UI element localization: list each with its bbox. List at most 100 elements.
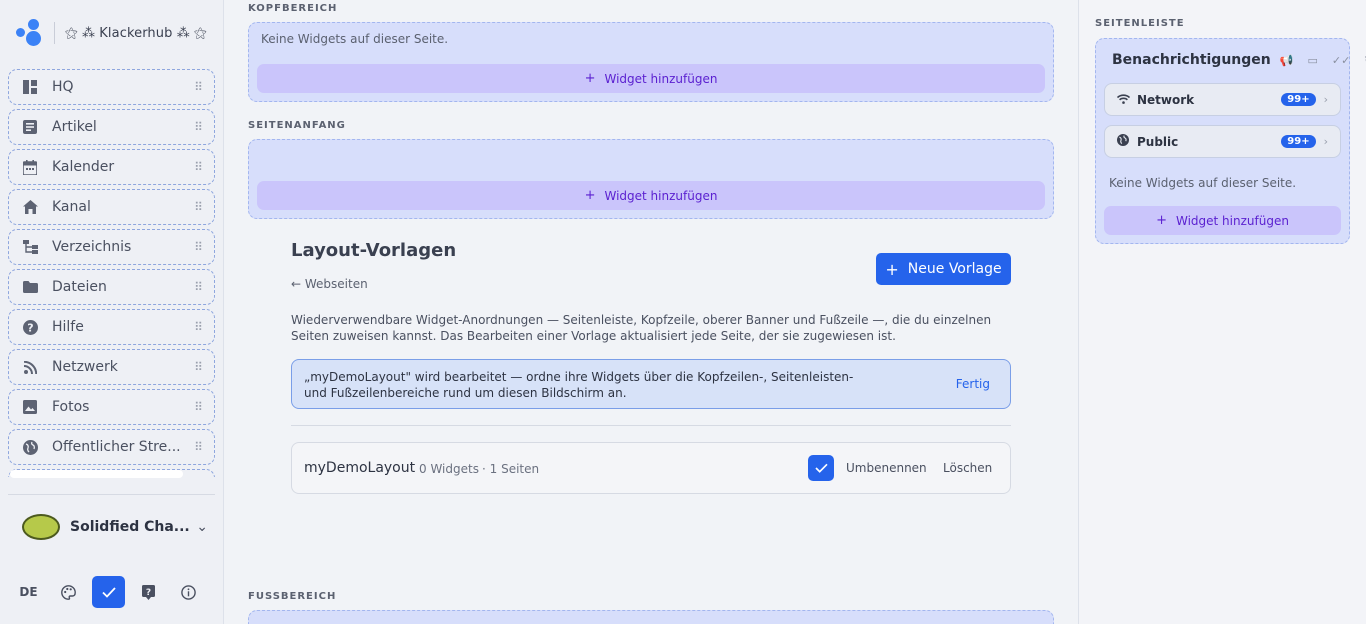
- add-widget-label: Widget hinzufügen: [604, 71, 718, 86]
- new-template-button[interactable]: + Neue Vorlage: [876, 253, 1011, 285]
- notifications-title: Benachrichtigungen: [1112, 52, 1271, 68]
- active-template-check-button[interactable]: [808, 455, 834, 481]
- done-button[interactable]: Fertig: [956, 377, 990, 391]
- sidebar-item-label: Fotos: [52, 399, 90, 415]
- language-button[interactable]: DE: [12, 576, 45, 608]
- channel-public[interactable]: Public 99+ ›: [1104, 125, 1341, 158]
- sidebar-item-public-stream[interactable]: Öffentlicher Stre... ⠿: [8, 429, 215, 465]
- sidebar-item-label: Dateien: [52, 279, 107, 295]
- channel-name: Network: [1137, 92, 1195, 107]
- svg-text:?: ?: [27, 321, 33, 334]
- count-badge: 99+: [1281, 93, 1316, 106]
- info-icon[interactable]: [172, 576, 205, 608]
- empty-zone-text: Keine Widgets auf dieser Seite.: [261, 32, 449, 46]
- logo-icon: [16, 19, 42, 47]
- sidebar-item-label: Verzeichnis: [52, 239, 132, 255]
- sidebar-item-verzeichnis[interactable]: Verzeichnis ⠿: [8, 229, 215, 265]
- editing-notice: „myDemoLayout" wird bearbeitet — ordne i…: [291, 359, 1011, 409]
- chevron-right-icon: ›: [1323, 135, 1328, 148]
- back-link-label: Webseiten: [304, 277, 368, 291]
- brand[interactable]: ⚝ ⁂ Klackerhub ⁂ ⚝: [16, 18, 207, 48]
- edit-mode-check-button[interactable]: [92, 576, 125, 608]
- drag-handle-icon[interactable]: ⠿: [188, 360, 208, 374]
- sidebar-widget-zone: Benachrichtigungen 📢 ▭ ✓✓ ↻ Network 99+ …: [1095, 38, 1366, 244]
- palette-icon[interactable]: [52, 576, 85, 608]
- sidebar-item-hilfe[interactable]: ? Hilfe ⠿: [8, 309, 215, 345]
- layout-templates-panel: Layout-Vorlagen ← Webseiten + Neue Vorla…: [291, 240, 1011, 494]
- add-widget-label: Widget hinzufügen: [1175, 213, 1289, 228]
- home-icon: [21, 198, 39, 216]
- globe-icon: [21, 438, 39, 456]
- globe-icon: [1117, 134, 1133, 149]
- template-name: myDemoLayout: [304, 460, 416, 476]
- help-box-icon[interactable]: ?: [132, 576, 165, 608]
- count-badge: 99+: [1281, 135, 1316, 148]
- sidebar-item-artikel[interactable]: Artikel ⠿: [8, 109, 215, 145]
- calendar-icon: [21, 158, 39, 176]
- nav-scroll-fade: [10, 470, 183, 478]
- channel-network[interactable]: Network 99+ ›: [1104, 83, 1341, 116]
- mark-all-read-icon[interactable]: ✓✓: [1332, 54, 1350, 67]
- avatar: [22, 514, 60, 540]
- user-menu[interactable]: Solidfied Cha... ⌄: [22, 510, 208, 544]
- footer-toolbar: DE ?: [12, 576, 212, 608]
- rename-button[interactable]: Umbenennen: [846, 461, 927, 475]
- drag-handle-icon[interactable]: ⠿: [188, 320, 208, 334]
- notifications-header: Benachrichtigungen 📢 ▭ ✓✓ ↻: [1105, 51, 1366, 69]
- empty-zone-text: Keine Widgets auf dieser Seite.: [1109, 176, 1297, 190]
- top-section-title: SEITENANFANG: [248, 120, 346, 131]
- drag-handle-icon[interactable]: ⠿: [188, 280, 208, 294]
- drag-handle-icon[interactable]: ⠿: [188, 200, 208, 214]
- drag-handle-icon[interactable]: ⠿: [188, 160, 208, 174]
- sidebar-item-netzwerk[interactable]: Netzwerk ⠿: [8, 349, 215, 385]
- chevron-down-icon: ⌄: [196, 519, 208, 535]
- help-icon: ?: [21, 318, 39, 336]
- plus-icon: +: [584, 71, 596, 86]
- folder-icon: [21, 278, 39, 296]
- back-link[interactable]: ← Webseiten: [291, 277, 368, 291]
- add-widget-label: Widget hinzufügen: [604, 188, 718, 203]
- sidebar-item-hq[interactable]: HQ ⠿: [8, 69, 215, 105]
- sidebar-item-fotos[interactable]: Fotos ⠿: [8, 389, 215, 425]
- photo-icon: [21, 398, 39, 416]
- header-widget-zone: Keine Widgets auf dieser Seite. + Widget…: [248, 22, 1054, 102]
- chevron-right-icon: ›: [1323, 93, 1328, 106]
- sidebar-item-label: HQ: [52, 79, 74, 95]
- sidebar-item-dateien[interactable]: Dateien ⠿: [8, 269, 215, 305]
- plus-icon: +: [1156, 213, 1167, 228]
- plus-icon: +: [584, 188, 596, 203]
- template-page-count: · 1 Seiten: [482, 462, 540, 476]
- drag-handle-icon[interactable]: ⠿: [188, 440, 208, 454]
- channel-name: Public: [1137, 134, 1179, 149]
- sidebar-section-title: SEITENLEISTE: [1095, 18, 1185, 29]
- sidebar-item-label: Öffentlicher Stre...: [52, 439, 181, 455]
- add-widget-button[interactable]: + Widget hinzufügen: [257, 64, 1045, 93]
- delete-button[interactable]: Löschen: [943, 461, 992, 475]
- sidebar-item-label: Kalender: [52, 159, 115, 175]
- drag-handle-icon[interactable]: ⠿: [188, 120, 208, 134]
- megaphone-icon[interactable]: 📢: [1280, 54, 1294, 67]
- plus-icon: +: [885, 259, 899, 279]
- top-widget-zone: + Widget hinzufügen: [248, 139, 1054, 219]
- left-sidebar: ⚝ ⁂ Klackerhub ⁂ ⚝ HQ ⠿ Artikel ⠿ Kalend…: [0, 0, 224, 624]
- templates-description: Wiederverwendbare Widget-Anordnungen — S…: [291, 313, 992, 343]
- rss-icon: [21, 358, 39, 376]
- svg-text:?: ?: [146, 587, 151, 597]
- add-widget-button[interactable]: + Widget hinzufügen: [257, 181, 1045, 210]
- drag-handle-icon[interactable]: ⠿: [188, 80, 208, 94]
- app-name: ⚝ ⁂ Klackerhub ⁂ ⚝: [65, 25, 207, 41]
- sidebar-item-kalender[interactable]: Kalender ⠿: [8, 149, 215, 185]
- header-section-title: KOPFBEREICH: [248, 3, 338, 14]
- footer-section-title: FUSSBEREICH: [248, 591, 337, 602]
- template-row: myDemoLayout 0 Widgets · 1 Seiten Umbene…: [291, 442, 1011, 494]
- arrow-left-icon: ←: [291, 277, 305, 291]
- book-icon[interactable]: ▭: [1307, 54, 1317, 67]
- sidebar-item-kanal[interactable]: Kanal ⠿: [8, 189, 215, 225]
- add-widget-button[interactable]: + Widget hinzufügen: [1104, 206, 1341, 235]
- sidebar-item-label: Hilfe: [52, 319, 84, 335]
- sidebar-item-label: Artikel: [52, 119, 97, 135]
- drag-handle-icon[interactable]: ⠿: [188, 400, 208, 414]
- drag-handle-icon[interactable]: ⠿: [188, 240, 208, 254]
- sidebar-item-label: Netzwerk: [52, 359, 118, 375]
- footer-widget-zone: [248, 610, 1054, 624]
